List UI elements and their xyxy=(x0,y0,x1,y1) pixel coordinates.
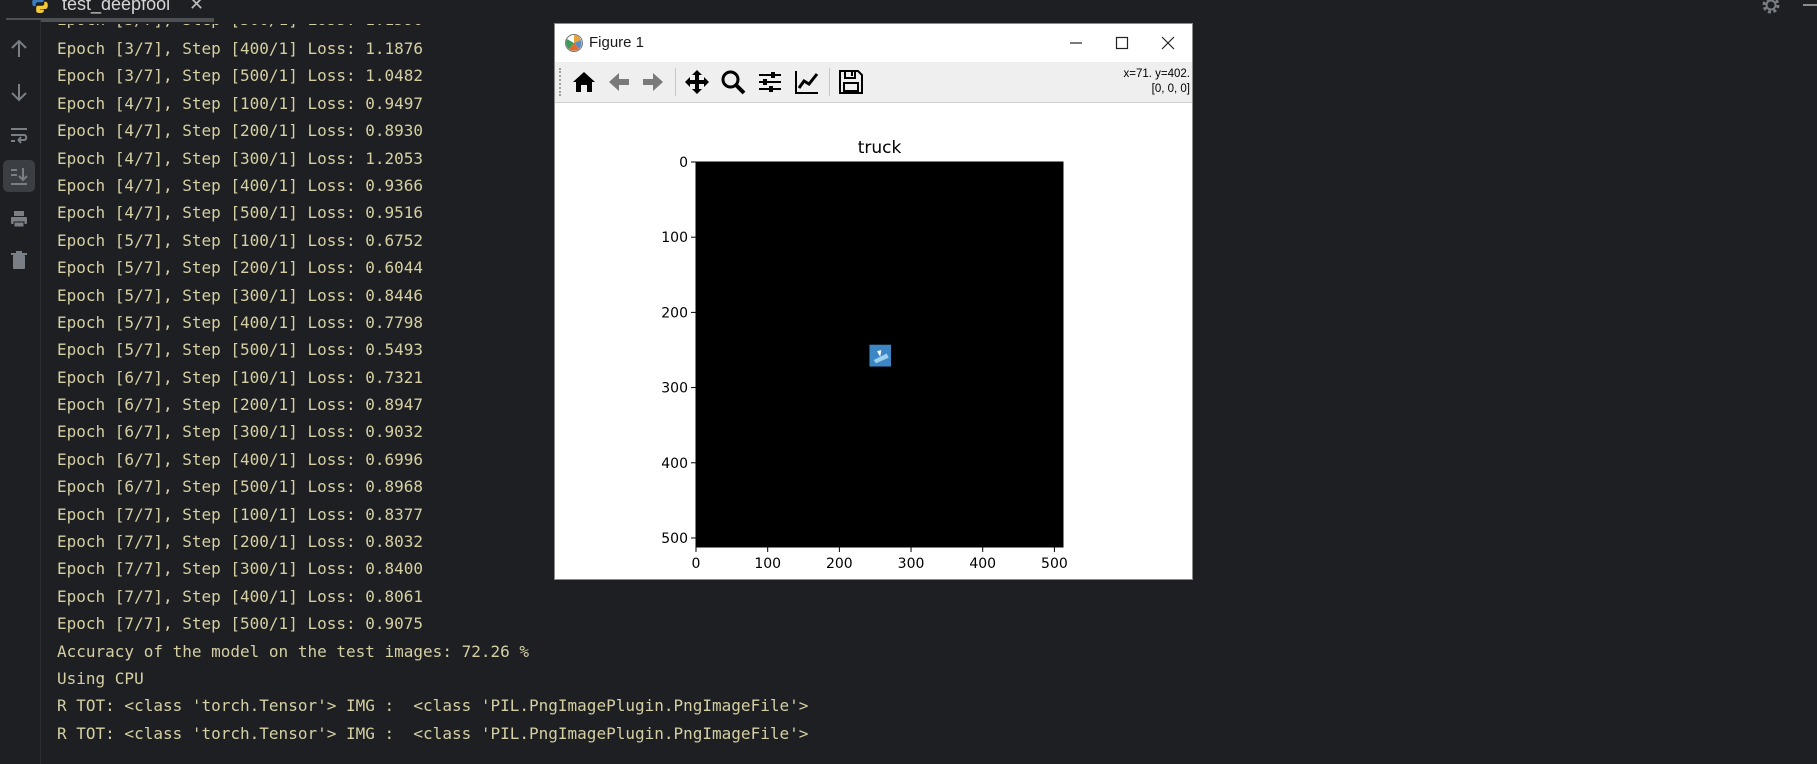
pan-icon xyxy=(685,70,709,94)
x-tick-label: 500 xyxy=(1041,556,1068,572)
figure-toolbar: x=71. y=402. [0, 0, 0] xyxy=(555,62,1192,103)
figure-titlebar[interactable]: Figure 1 xyxy=(555,24,1192,62)
plot-svg[interactable]: truck 0 100 200 300 400 500 0 100 200 300 400 500 xyxy=(555,103,1192,579)
edit-curves-button[interactable] xyxy=(791,66,823,98)
tab-test-deepfool[interactable]: test_deepfool ✕ xyxy=(6,0,214,20)
scroll-to-end-button[interactable] xyxy=(3,160,35,192)
subplots-icon xyxy=(759,72,781,92)
maximize-icon xyxy=(1115,36,1129,50)
zoom-icon xyxy=(721,70,746,95)
minimize-icon xyxy=(1070,42,1082,44)
back-icon xyxy=(609,73,629,91)
figure-canvas[interactable]: truck 0 100 200 300 400 500 0 100 200 300 400 500 xyxy=(555,103,1192,579)
console-line: Using CPU xyxy=(57,668,144,688)
y-tick-label: 300 xyxy=(661,381,688,397)
figure-title: Figure 1 xyxy=(589,34,645,51)
clear-all-button[interactable] xyxy=(3,244,35,276)
scroll-down-button[interactable] xyxy=(3,76,35,108)
back-button[interactable] xyxy=(603,66,635,98)
console-toolbar xyxy=(0,20,41,764)
arrow-down-icon xyxy=(11,84,27,102)
python-icon xyxy=(32,0,48,14)
x-axis: 0 100 200 300 400 500 xyxy=(692,547,1068,572)
pan-button[interactable] xyxy=(681,66,713,98)
toolbar-separator xyxy=(829,68,830,96)
console-line: Accuracy of the model on the test images… xyxy=(57,641,530,661)
chart-title: truck xyxy=(858,138,902,158)
tab-close-icon[interactable]: ✕ xyxy=(189,0,204,14)
x-tick-label: 300 xyxy=(898,556,925,572)
home-icon xyxy=(573,72,595,92)
soft-wrap-button[interactable] xyxy=(3,119,35,151)
tab-bar: test_deepfool ✕ xyxy=(0,0,1817,22)
arrow-up-icon xyxy=(11,39,27,57)
cursor-pixel-value: [0, 0, 0] xyxy=(1151,83,1190,95)
edit-curves-icon xyxy=(795,71,819,94)
scroll-to-end-icon xyxy=(11,168,28,185)
save-icon xyxy=(839,70,863,94)
console-line: R TOT: <class 'torch.Tensor'> IMG : <cla… xyxy=(57,723,809,743)
trash-icon xyxy=(11,251,27,269)
hide-panel-icon[interactable] xyxy=(1803,4,1817,6)
matplotlib-logo-icon xyxy=(565,34,583,52)
zoom-button[interactable] xyxy=(717,66,749,98)
y-axis: 0 100 200 300 400 500 xyxy=(661,155,696,547)
print-icon xyxy=(11,211,27,228)
inset-image xyxy=(869,344,891,367)
save-button[interactable] xyxy=(835,66,867,98)
console-line: Epoch [7/7], Step [500/1] Loss: 0.9075 xyxy=(57,614,424,634)
close-button[interactable] xyxy=(1145,28,1191,58)
figure-window[interactable]: Figure 1 x=71. y=402. [0, 0, 0] truck 0 … xyxy=(554,23,1193,580)
tab-label: test_deepfool xyxy=(62,0,171,14)
forward-button[interactable] xyxy=(637,66,669,98)
x-tick-label: 400 xyxy=(969,556,996,572)
minimize-button[interactable] xyxy=(1053,28,1099,58)
scroll-up-button[interactable] xyxy=(3,33,35,65)
toolbar-grip[interactable] xyxy=(559,68,563,96)
print-button[interactable] xyxy=(3,203,35,235)
cursor-coordinates: x=71. y=402. [0, 0, 0] xyxy=(1124,67,1191,97)
subplots-button[interactable] xyxy=(754,66,786,98)
y-tick-label: 500 xyxy=(661,531,688,547)
console-line: R TOT: <class 'torch.Tensor'> IMG : <cla… xyxy=(57,696,809,716)
x-tick-label: 100 xyxy=(754,556,781,572)
x-tick-label: 0 xyxy=(692,556,701,572)
console-line: Epoch [7/7], Step [400/1] Loss: 0.8061 xyxy=(57,586,424,606)
close-icon xyxy=(1161,36,1175,50)
x-tick-label: 200 xyxy=(826,556,853,572)
soft-wrap-icon xyxy=(11,128,28,144)
y-tick-label: 200 xyxy=(661,305,688,321)
toolbar-separator xyxy=(675,68,676,96)
y-tick-label: 400 xyxy=(661,456,688,472)
y-tick-label: 0 xyxy=(679,155,688,171)
gear-icon[interactable] xyxy=(1760,0,1782,16)
maximize-button[interactable] xyxy=(1099,28,1145,58)
forward-icon xyxy=(643,73,663,91)
cursor-xy: x=71. y=402. xyxy=(1123,68,1191,80)
y-tick-label: 100 xyxy=(661,230,688,246)
home-button[interactable] xyxy=(568,66,600,98)
